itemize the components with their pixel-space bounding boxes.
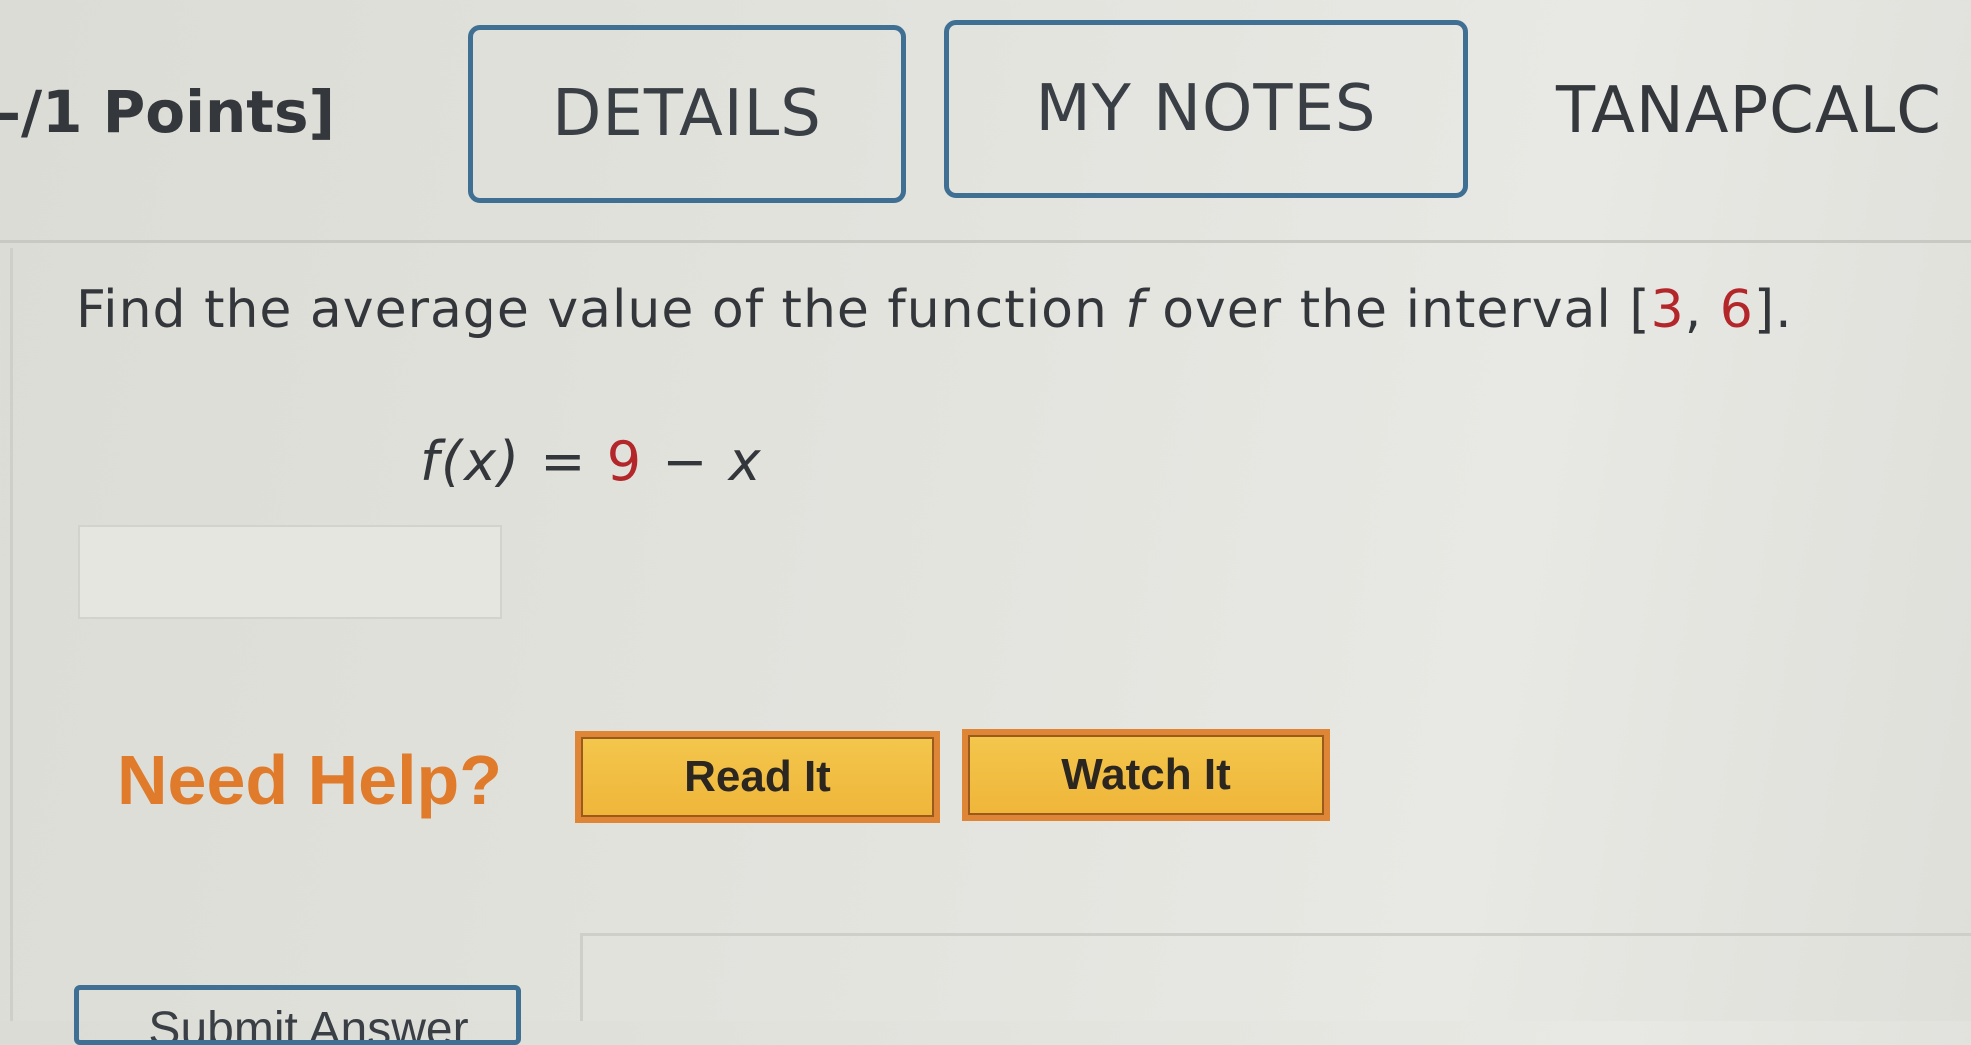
need-help-label: Need Help? [117,741,503,819]
my-notes-button[interactable]: MY NOTES [944,20,1468,198]
equation-variable: x [728,430,763,493]
answer-input[interactable] [78,525,502,619]
question-text: Find the average value of the function f… [76,280,1793,340]
details-button[interactable]: DETAILS [468,25,906,203]
equation-operator: − [643,430,729,493]
course-code: TANAPCALC [1556,74,1942,148]
function-equation: f(x) = 9 − x [420,430,763,493]
points-label: –/1 Points] [0,78,336,146]
watch-it-label: Watch It [968,735,1324,815]
prompt-middle: over the interval [ [1144,280,1651,340]
prompt-before: Find the average value of the function [76,280,1126,340]
question-header: –/1 Points] DETAILS MY NOTES TANAPCALC [0,0,1971,243]
prompt-after: ]. [1753,280,1793,340]
interval-end: 6 [1719,280,1754,340]
function-symbol: f [1125,280,1145,340]
read-it-label: Read It [581,737,934,817]
lower-panel [580,933,1971,1021]
equation-lhs: f(x) = [420,430,607,493]
submit-answer-button[interactable]: Submit Answer [74,985,521,1045]
interval-start: 3 [1650,280,1685,340]
watch-it-button[interactable]: Watch It [962,729,1330,821]
read-it-button[interactable]: Read It [575,731,940,823]
interval-separator: , [1684,280,1720,340]
equation-constant: 9 [606,430,644,493]
content-divider [10,248,13,1021]
